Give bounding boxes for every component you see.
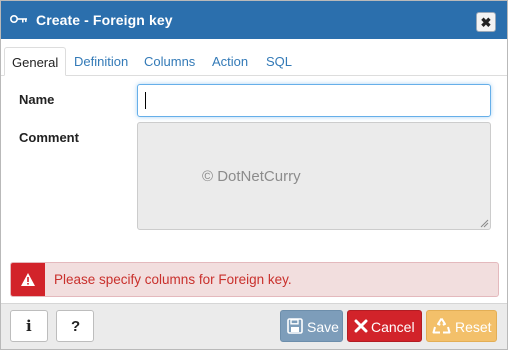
dialog-footer: i ? Save Cancel Reset — [1, 303, 507, 349]
warning-icon — [21, 273, 35, 286]
tab-definition[interactable]: Definition — [74, 47, 128, 76]
save-button-label: Save — [307, 319, 339, 335]
dialog-titlebar[interactable]: Create - Foreign key ✖ — [1, 1, 507, 39]
comment-textarea[interactable] — [137, 122, 491, 230]
x-icon — [354, 319, 368, 333]
recycle-icon — [432, 317, 451, 334]
tab-columns[interactable]: Columns — [144, 47, 195, 76]
reset-button-label: Reset — [455, 319, 492, 335]
tab-action[interactable]: Action — [212, 47, 248, 76]
comment-label: Comment — [19, 130, 79, 145]
reset-button[interactable]: Reset — [426, 310, 497, 342]
tab-sql[interactable]: SQL — [266, 47, 292, 76]
key-icon — [10, 15, 27, 23]
close-button[interactable]: ✖ — [476, 12, 496, 32]
help-button[interactable]: ? — [56, 310, 94, 342]
tab-general[interactable]: General — [4, 47, 67, 76]
tab-bar: General Definition Columns Action SQL — [1, 47, 507, 76]
save-button[interactable]: Save — [280, 310, 343, 342]
create-foreign-key-dialog: Create - Foreign key ✖ General Definitio… — [0, 0, 508, 350]
help-icon: ? — [71, 318, 81, 335]
cancel-button-label: Cancel — [371, 319, 415, 335]
error-message: Please specify columns for Foreign key. — [54, 272, 292, 287]
cancel-button[interactable]: Cancel — [347, 310, 422, 342]
error-alert: Please specify columns for Foreign key. — [10, 262, 499, 297]
watermark: © DotNetCurry — [202, 168, 301, 185]
info-button[interactable]: i — [10, 310, 48, 342]
text-caret — [145, 92, 146, 109]
floppy-disk-icon — [287, 318, 303, 334]
error-icon-box — [11, 263, 45, 296]
name-label: Name — [19, 92, 55, 107]
name-input[interactable] — [137, 84, 491, 117]
close-icon: ✖ — [480, 15, 492, 30]
dialog-title: Create - Foreign key — [36, 12, 173, 28]
resize-grip-icon[interactable] — [480, 219, 489, 228]
info-icon: i — [26, 317, 32, 335]
